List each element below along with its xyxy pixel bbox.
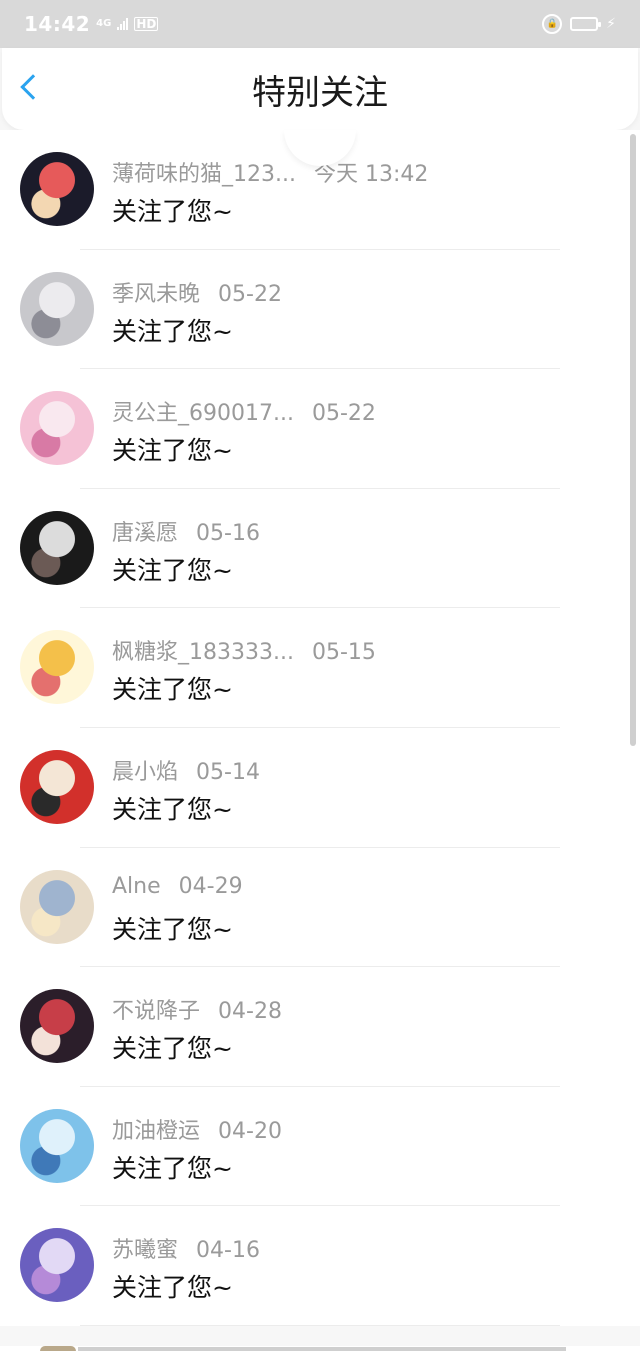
user-name[interactable]: 加油橙运	[112, 1113, 200, 1145]
user-name[interactable]: 晨小焰	[112, 754, 178, 786]
name-row: 不说降子 04-28	[112, 993, 282, 1025]
user-name[interactable]: 薄荷味的猫_123...	[112, 156, 296, 188]
follow-date: 04-28	[218, 999, 282, 1025]
page-title: 特别关注	[252, 72, 388, 113]
avatar[interactable]	[20, 152, 94, 226]
follow-message: 关注了您~	[112, 794, 233, 824]
follow-row[interactable]: 灵公主_690017... 05-22 关注了您~	[0, 369, 640, 489]
avatar[interactable]	[20, 869, 94, 944]
user-name[interactable]: Alne	[112, 874, 161, 899]
avatar[interactable]	[20, 749, 94, 824]
status-bar: 14:42 4G HD 🔒 ⚡	[0, 0, 640, 48]
follow-date: 05-16	[196, 520, 260, 546]
follow-row[interactable]: 苏曦蜜 04-16 关注了您~	[0, 1206, 640, 1326]
name-row: 枫糖浆_183333... 05-15	[112, 634, 376, 666]
scrollbar[interactable]	[630, 134, 636, 746]
name-row: 灵公主_690017... 05-22	[112, 395, 376, 427]
follow-message: 关注了您~	[112, 197, 233, 226]
avatar[interactable]	[20, 391, 94, 466]
avatar[interactable]	[20, 510, 94, 585]
user-name[interactable]: 不说降子	[112, 993, 200, 1025]
header-bar: 特别关注	[2, 48, 638, 130]
follow-row[interactable]: 枫糖浆_183333... 05-15 关注了您~	[0, 608, 640, 728]
name-row: 唐溪愿 05-16	[112, 515, 260, 547]
follow-date: 04-20	[218, 1118, 282, 1144]
follow-date: 05-14	[196, 759, 260, 785]
avatar[interactable]	[20, 989, 94, 1064]
avatar[interactable]	[20, 630, 94, 705]
follow-row[interactable]: 加油橙运 04-20 关注了您~	[0, 1086, 640, 1207]
network-type: 4G	[96, 18, 112, 29]
next-row-avatar	[40, 1346, 76, 1351]
battery-icon	[570, 17, 602, 31]
follow-date: 05-22	[311, 401, 376, 427]
follow-date: 04-16	[196, 1238, 260, 1264]
avatar[interactable]	[20, 1108, 94, 1183]
user-name[interactable]: 苏曦蜜	[112, 1232, 178, 1264]
avatar[interactable]	[20, 1228, 94, 1303]
follow-row[interactable]: 唐溪愿 05-16 关注了您~	[0, 488, 640, 609]
follow-list: 薄荷味的猫_123... 今天 13:42 关注了您~ 季风未晚 05-22 关注了您~ 灵…	[0, 130, 640, 1326]
user-name[interactable]: 季风未晚	[112, 276, 200, 308]
user-name[interactable]: 枫糖浆_183333...	[112, 634, 294, 666]
follow-row[interactable]: 晨小焰 05-14 关注了您~	[0, 727, 640, 848]
follow-message: 关注了您~	[112, 555, 233, 585]
status-left: 14:42 4G HD	[24, 12, 159, 36]
hd-badge: HD	[134, 17, 159, 31]
follow-message: 关注了您~	[112, 675, 233, 705]
name-row: 苏曦蜜 04-16	[112, 1232, 260, 1264]
follow-date: 05-15	[311, 640, 376, 666]
follow-row[interactable]: 不说降子 04-28 关注了您~	[0, 967, 640, 1087]
name-row: Alne 04-29	[112, 874, 243, 899]
name-row: 晨小焰 05-14	[112, 754, 260, 786]
back-arrow-icon[interactable]	[20, 74, 46, 100]
user-name[interactable]: 唐溪愿	[112, 515, 178, 547]
signal-icon	[117, 18, 129, 30]
name-row: 加油橙运 04-20	[112, 1113, 282, 1145]
status-time: 14:42	[24, 12, 91, 36]
follow-message: 关注了您~	[112, 1034, 233, 1064]
follow-row[interactable]: 季风未晚 05-22 关注了您~	[0, 249, 640, 370]
follow-message: 关注了您~	[112, 316, 233, 346]
follow-row[interactable]: Alne 04-29 关注了您~	[0, 847, 640, 968]
status-right: 🔒 ⚡	[542, 14, 616, 34]
charging-icon: ⚡	[606, 16, 616, 32]
follow-message: 关注了您~	[112, 1153, 233, 1183]
follow-message: 关注了您~	[112, 436, 233, 466]
follow-date: 04-29	[178, 873, 243, 899]
name-row: 薄荷味的猫_123... 今天 13:42	[112, 156, 428, 188]
follow-date: 05-22	[218, 281, 282, 307]
next-row-placeholder	[78, 1347, 566, 1351]
name-row: 季风未晚 05-22	[112, 276, 282, 308]
rotation-lock-icon: 🔒	[542, 14, 563, 34]
avatar[interactable]	[20, 271, 94, 346]
user-name[interactable]: 灵公主_690017...	[112, 395, 294, 427]
follow-message: 关注了您~	[112, 914, 233, 944]
follow-message: 关注了您~	[112, 1273, 233, 1303]
